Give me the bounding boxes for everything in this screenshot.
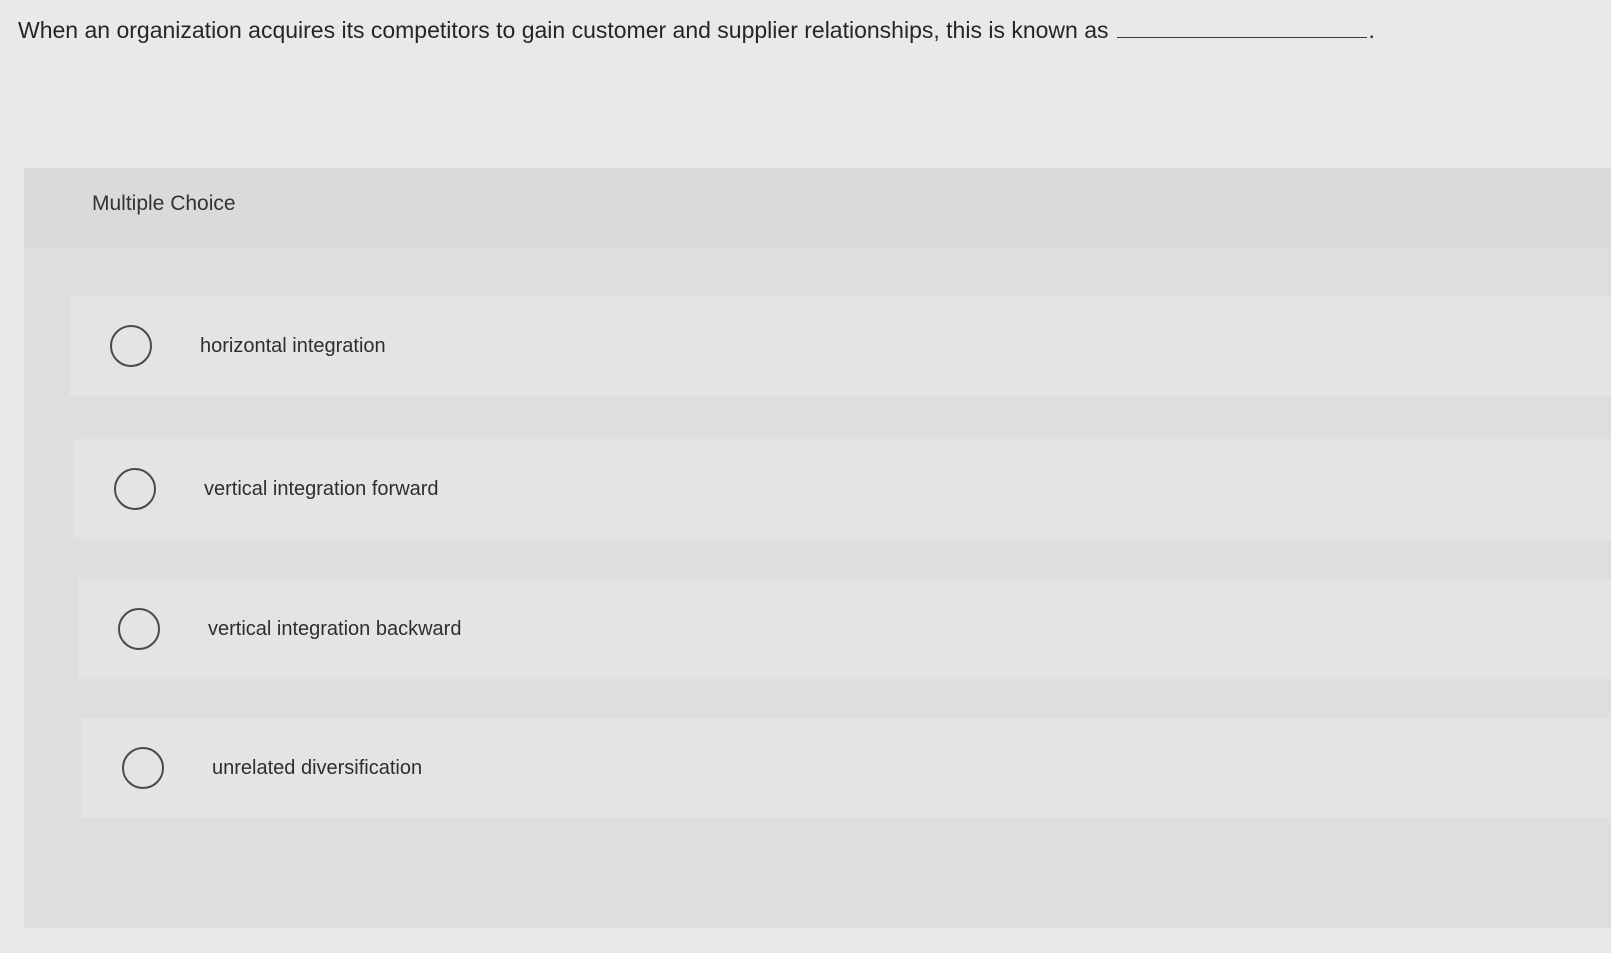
option-unrelated-diversification[interactable]: unrelated diversification [82, 718, 1611, 818]
panel-header: Multiple Choice [24, 168, 1611, 248]
option-label[interactable]: horizontal integration [200, 335, 386, 358]
question-text: When an organization acquires its compet… [18, 14, 1375, 46]
radio-button[interactable] [114, 468, 156, 510]
option-horizontal-integration[interactable]: horizontal integration [70, 296, 1611, 396]
option-label[interactable]: vertical integration backward [208, 618, 461, 641]
question-period: . [1368, 17, 1375, 43]
radio-button[interactable] [110, 325, 152, 367]
option-vertical-integration-forward[interactable]: vertical integration forward [74, 439, 1611, 539]
option-label[interactable]: vertical integration forward [204, 478, 439, 501]
panel-title: Multiple Choice [92, 192, 236, 215]
answer-blank [1116, 15, 1367, 38]
question-stem: When an organization acquires its compet… [18, 17, 1109, 43]
radio-button[interactable] [118, 608, 160, 650]
radio-button[interactable] [122, 747, 164, 789]
option-vertical-integration-backward[interactable]: vertical integration backward [78, 579, 1611, 679]
multiple-choice-panel: Multiple Choice horizontal integration v… [24, 168, 1611, 928]
option-label[interactable]: unrelated diversification [212, 757, 422, 780]
